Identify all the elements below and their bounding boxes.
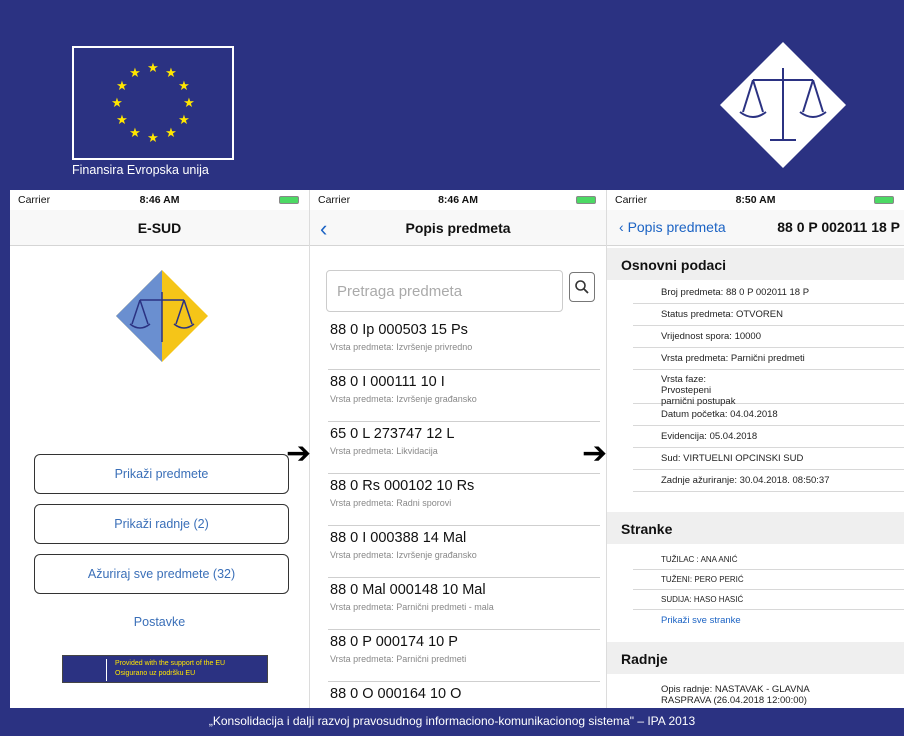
screen-case-detail: Carrier 8:50 AM ‹ Popis predmeta 88 0 P …: [606, 190, 904, 708]
top-banner: ★ ★ ★ ★ ★ ★ ★ ★ ★ ★ ★ ★ Finansira Evrops…: [0, 0, 904, 190]
svg-text:★: ★: [165, 66, 177, 81]
eu-support-badge: Provided with the support of the EU Osig…: [62, 655, 268, 683]
screen-home: Carrier 8:46 AM E-SUD Prikaži predmete P…: [10, 190, 309, 708]
eu-caption: Finansira Evropska unija: [72, 163, 209, 177]
detail-row: Broj predmeta: 88 0 P 002011 18 P: [633, 282, 904, 304]
svg-text:★: ★: [183, 96, 195, 111]
detail-row: Vrsta faze: Prvostepeni parnični postupa…: [633, 370, 904, 407]
case-number: 65 0 L 273747 12 L: [330, 426, 455, 442]
svg-text:★: ★: [129, 66, 141, 81]
detail-row: Zadnje ažuriranje: 30.04.2018. 08:50:37: [633, 470, 904, 492]
show-all-parties-link[interactable]: Prikaži sve stranke: [633, 610, 904, 632]
detail-row: Datum početka: 04.04.2018: [633, 404, 904, 426]
back-button[interactable]: ‹ Popis predmeta: [619, 219, 726, 235]
eu-badge-line2: Osigurano uz podršku EU: [115, 670, 196, 677]
detail-row: Vrsta predmeta: Parnični predmeti: [633, 348, 904, 370]
case-type: Vrsta predmeta: Parnični predmeti - mala: [330, 602, 494, 612]
case-type: Vrsta predmeta: Likvidacija: [330, 446, 438, 456]
svg-text:★: ★: [129, 126, 141, 141]
svg-text:★: ★: [111, 96, 123, 111]
eu-flag: ★ ★ ★ ★ ★ ★ ★ ★ ★ ★ ★ ★: [72, 46, 234, 160]
court-scales-logo-icon: [720, 42, 846, 168]
settings-link[interactable]: Postavke: [10, 615, 309, 629]
case-list-item[interactable]: 88 0 I 000388 14 Mal Vrsta predmeta: Izv…: [328, 526, 600, 578]
status-bar: Carrier 8:50 AM: [607, 190, 904, 210]
search-icon: [575, 280, 589, 294]
battery-icon: [279, 196, 299, 204]
case-list-item[interactable]: 88 0 I 000111 10 I Vrsta predmeta: Izvrš…: [328, 370, 600, 422]
time-label: 8:50 AM: [735, 194, 776, 206]
case-list-item[interactable]: 88 0 Mal 000148 10 Mal Vrsta predmeta: P…: [328, 578, 600, 630]
case-list-item[interactable]: 88 0 Ip 000503 15 Ps Vrsta predmeta: Izv…: [328, 318, 600, 370]
svg-text:★: ★: [178, 113, 190, 128]
show-cases-button[interactable]: Prikaži predmete: [34, 454, 289, 494]
navbar: ‹ Popis predmeta 88 0 P 002011 18 P: [607, 210, 904, 246]
search-input[interactable]: Pretraga predmeta: [326, 270, 563, 312]
detail-row: Status predmeta: OTVOREN: [633, 304, 904, 326]
detail-row: Vrijednost spora: 10000: [633, 326, 904, 348]
section-actions: Radnje: [607, 642, 904, 674]
section-basic-info: Osnovni podaci: [607, 248, 904, 280]
case-list-item[interactable]: 88 0 O 000164 10 O: [328, 682, 600, 708]
time-label: 8:46 AM: [438, 194, 478, 206]
case-type: Vrsta predmeta: Izvršenje građansko: [330, 394, 477, 404]
navbar: E-SUD: [10, 210, 309, 246]
case-type: Vrsta predmeta: Parnični predmeti: [330, 654, 467, 664]
case-list-item[interactable]: 88 0 Rs 000102 10 Rs Vrsta predmeta: Rad…: [328, 474, 600, 526]
status-bar: Carrier 8:46 AM: [10, 190, 309, 210]
navbar: ‹ Popis predmeta: [310, 210, 606, 246]
case-number: 88 0 I 000388 14 Mal: [330, 530, 467, 546]
svg-text:★: ★: [147, 131, 159, 146]
svg-text:★: ★: [178, 79, 190, 94]
show-actions-button[interactable]: Prikaži radnje (2): [34, 504, 289, 544]
action-line1: Opis radnje: NASTAVAK - GLAVNA: [661, 684, 810, 695]
party-row: TUŽENI: PERO PERIĆ: [633, 570, 904, 590]
eu-badge-line1: Provided with the support of the EU: [115, 660, 226, 667]
flow-arrow-icon: ➔: [582, 437, 608, 470]
screen-case-list: Carrier 8:46 AM ‹ Popis predmeta Pretrag…: [309, 190, 606, 708]
status-bar: Carrier 8:46 AM: [310, 190, 606, 210]
detail-row: Evidencija: 05.04.2018: [633, 426, 904, 448]
search-button[interactable]: [569, 272, 595, 302]
footer-caption: „Konsolidacija i dalji razvoj pravosudno…: [208, 714, 696, 728]
page-title: E-SUD: [137, 220, 182, 236]
update-all-cases-button[interactable]: Ažuriraj sve predmete (32): [34, 554, 289, 594]
back-label: Popis predmeta: [627, 219, 726, 235]
case-list-item[interactable]: 65 0 L 273747 12 L Vrsta predmeta: Likvi…: [328, 422, 600, 474]
page-title: 88 0 P 002011 18 P: [777, 219, 900, 235]
action-row[interactable]: Opis radnje: NASTAVAK - GLAVNA RASPRAVA …: [633, 682, 904, 708]
action-line2: RASPRAVA (26.04.2018 12:00:00): [661, 695, 807, 706]
case-number: 88 0 P 000174 10 P: [330, 634, 458, 650]
case-number: 88 0 O 000164 10 O: [330, 686, 462, 702]
case-number: 88 0 I 000111 10 I: [330, 374, 445, 390]
flow-arrow-icon: ➔: [286, 437, 312, 470]
battery-icon: [874, 196, 894, 204]
svg-text:★: ★: [147, 61, 159, 76]
party-row: TUŽILAC : ANA ANIĆ: [633, 550, 904, 570]
case-type: Vrsta predmeta: Radni sporovi: [330, 498, 452, 508]
time-label: 8:46 AM: [139, 194, 180, 206]
case-type: Vrsta predmeta: Izvršenje građansko: [330, 550, 477, 560]
case-type: Vrsta predmeta: Izvršenje privredno: [330, 342, 473, 352]
eu-flag-small-icon: [67, 659, 107, 681]
eu-stars-icon: ★ ★ ★ ★ ★ ★ ★ ★ ★ ★ ★ ★: [111, 61, 195, 146]
case-list-item[interactable]: 88 0 P 000174 10 P Vrsta predmeta: Parni…: [328, 630, 600, 682]
case-number: 88 0 Mal 000148 10 Mal: [330, 582, 486, 598]
case-number: 88 0 Rs 000102 10 Rs: [330, 478, 475, 494]
party-row: SUDIJA: HASO HASIĆ: [633, 590, 904, 610]
battery-icon: [576, 196, 596, 204]
esud-logo-icon: [116, 270, 208, 362]
section-parties: Stranke: [607, 512, 904, 544]
case-number: 88 0 Ip 000503 15 Ps: [330, 322, 468, 338]
page-title: Popis predmeta: [405, 220, 511, 236]
svg-text:★: ★: [116, 79, 128, 94]
svg-text:★: ★: [165, 126, 177, 141]
svg-text:★: ★: [116, 113, 128, 128]
detail-row: Sud: VIRTUELNI OPCINSKI SUD: [633, 448, 904, 470]
